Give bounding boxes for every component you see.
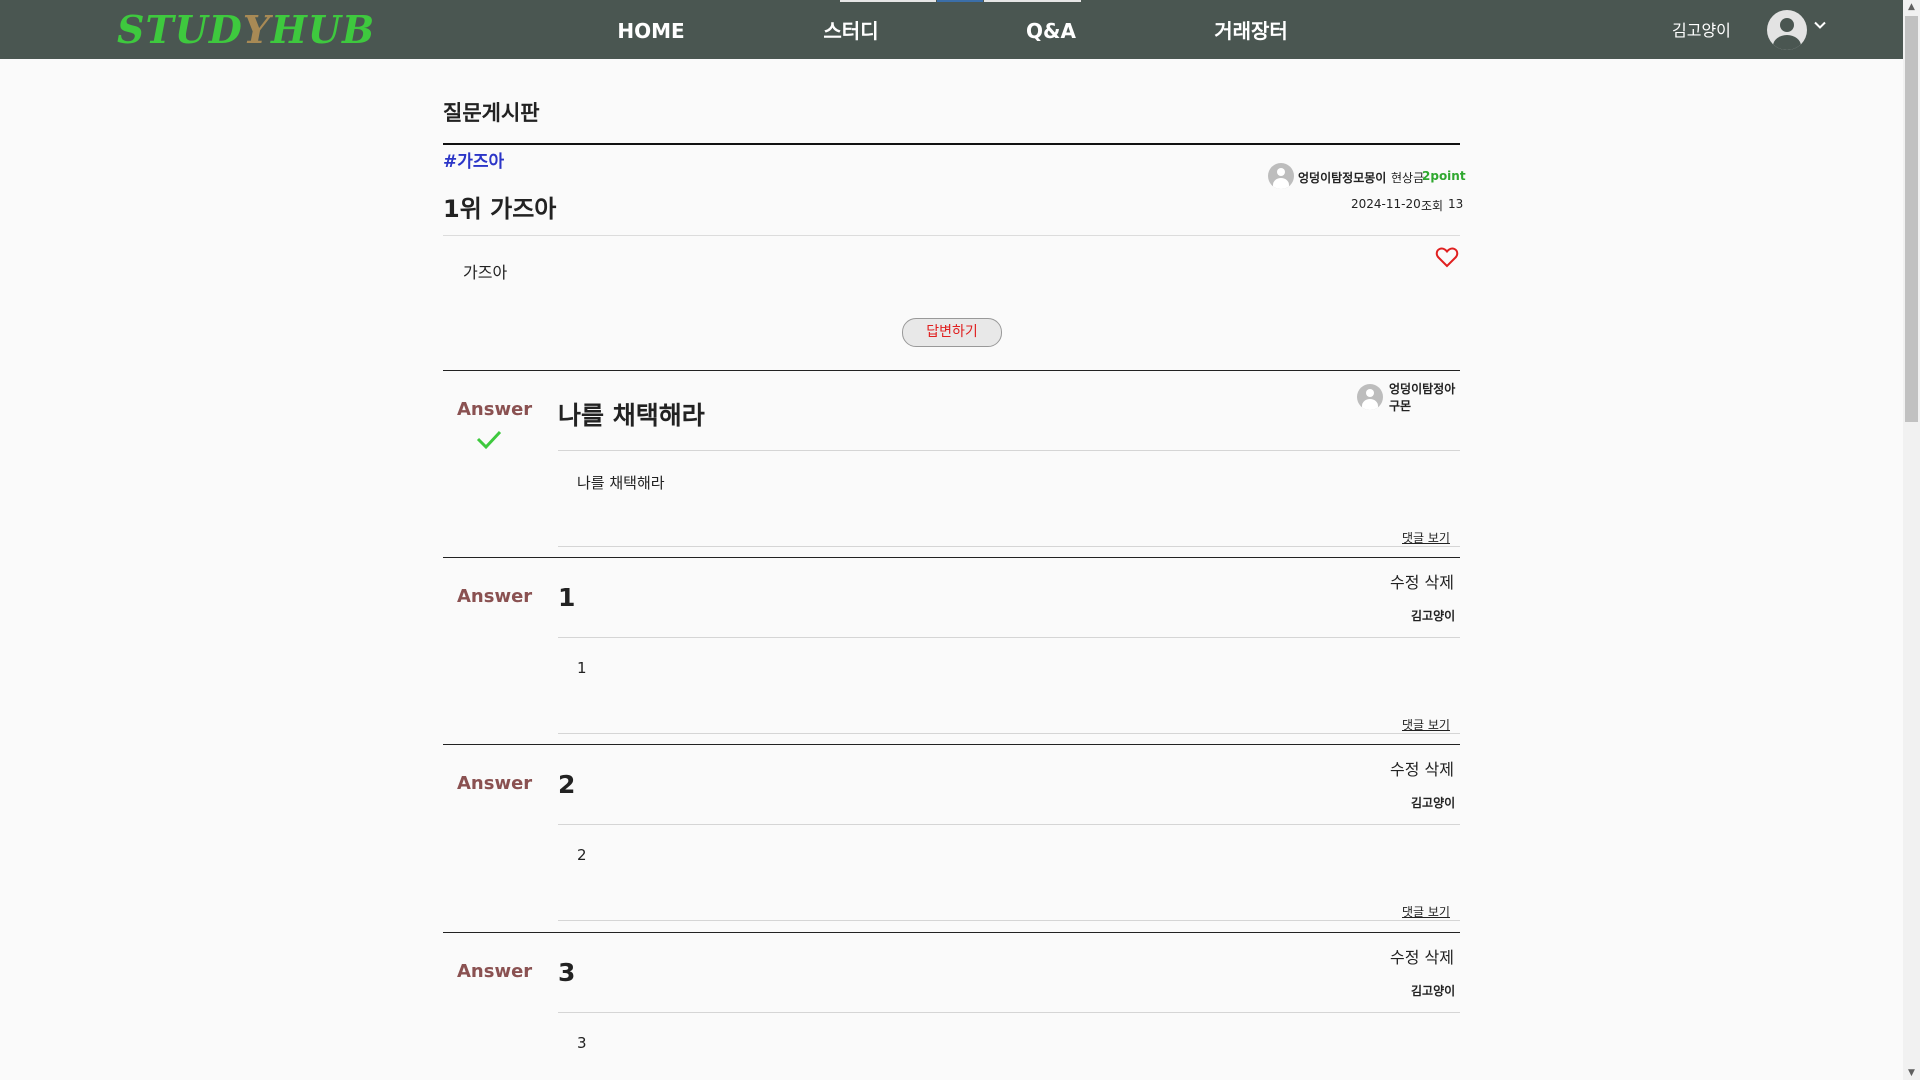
board-title: 질문게시판: [443, 101, 540, 125]
answer-actions: 수정 삭제: [1390, 569, 1454, 593]
answer-button[interactable]: 답변하기: [902, 318, 1002, 347]
answer-author[interactable]: 김고양이: [1411, 794, 1455, 811]
bounty-label: 현상금: [1391, 171, 1425, 185]
answer-actions: 수정 삭제: [1390, 756, 1454, 780]
divider: [443, 744, 1460, 745]
nav-highlight-bar-active: [937, 0, 983, 2]
answer-body: 2: [577, 846, 587, 864]
edit-button[interactable]: 수정: [1390, 573, 1419, 592]
nav-qa[interactable]: Q&A: [1001, 0, 1101, 59]
scrollbar-thumb[interactable]: [1905, 16, 1918, 422]
views-label: 조회: [1421, 199, 1444, 213]
divider: [558, 450, 1460, 451]
divider: [443, 143, 1460, 145]
delete-button[interactable]: 삭제: [1425, 948, 1454, 967]
answer-label: Answer: [457, 961, 533, 982]
edit-button[interactable]: 수정: [1390, 948, 1419, 967]
answer-author[interactable]: 엉덩이탐정아구몬: [1389, 381, 1459, 415]
answer-title: 3: [558, 958, 576, 987]
edit-button[interactable]: 수정: [1390, 760, 1419, 779]
divider: [558, 546, 1460, 547]
accepted-check-icon: [476, 430, 502, 450]
scroll-up-arrow-icon[interactable]: ▲: [1905, 0, 1918, 14]
divider: [443, 932, 1460, 933]
answer-label: Answer: [457, 586, 533, 607]
question-author[interactable]: 엉덩이탐정모몽이: [1298, 169, 1386, 186]
nav-home[interactable]: HOME: [601, 0, 701, 59]
view-comments-link[interactable]: 댓글 보기: [1402, 903, 1450, 920]
answer-actions: 수정 삭제: [1390, 944, 1454, 968]
heart-icon[interactable]: [1435, 245, 1459, 269]
answer-title: 1: [558, 583, 576, 612]
answer-label: Answer: [457, 399, 533, 420]
divider: [558, 733, 1460, 734]
top-navbar: STUDYHUB HOME 스터디 Q&A 거래장터 김고양이: [0, 0, 1903, 59]
divider: [558, 637, 1460, 638]
author-avatar-icon: [1357, 384, 1383, 410]
views-count: 13: [1448, 197, 1464, 211]
delete-button[interactable]: 삭제: [1425, 573, 1454, 592]
question-date: 2024-11-20: [1351, 197, 1421, 211]
view-comments-link[interactable]: 댓글 보기: [1402, 716, 1450, 733]
answer-body: 나를 채택해라: [577, 474, 665, 492]
nav-username[interactable]: 김고양이: [1672, 0, 1731, 61]
question-body: 가즈아: [463, 263, 508, 282]
nav-study[interactable]: 스터디: [801, 0, 901, 59]
delete-button[interactable]: 삭제: [1425, 760, 1454, 779]
nav-market[interactable]: 거래장터: [1201, 0, 1301, 59]
answer-author[interactable]: 김고양이: [1411, 982, 1455, 999]
answer-title: 나를 채택해라: [558, 401, 705, 430]
user-avatar-icon[interactable]: [1767, 10, 1807, 50]
view-comments-link[interactable]: 댓글 보기: [1402, 529, 1450, 546]
divider: [558, 1012, 1460, 1013]
answer-body: 1: [577, 659, 587, 677]
question-title: 1위 가즈아: [443, 195, 557, 223]
chevron-down-icon[interactable]: [1813, 18, 1827, 36]
author-avatar-icon: [1268, 163, 1294, 189]
answer-author[interactable]: 김고양이: [1411, 607, 1455, 624]
answer-body: 3: [577, 1034, 587, 1052]
divider: [443, 557, 1460, 558]
bounty-value: 2point: [1422, 169, 1466, 183]
divider: [443, 235, 1460, 236]
studyhub-logo[interactable]: STUDYHUB: [117, 6, 375, 54]
question-tag[interactable]: #가즈아: [443, 147, 504, 172]
divider: [558, 920, 1460, 921]
scroll-down-arrow-icon[interactable]: ▼: [1905, 1066, 1918, 1080]
divider: [443, 370, 1460, 371]
divider: [558, 824, 1460, 825]
answer-label: Answer: [457, 773, 533, 794]
answer-title: 2: [558, 770, 576, 799]
